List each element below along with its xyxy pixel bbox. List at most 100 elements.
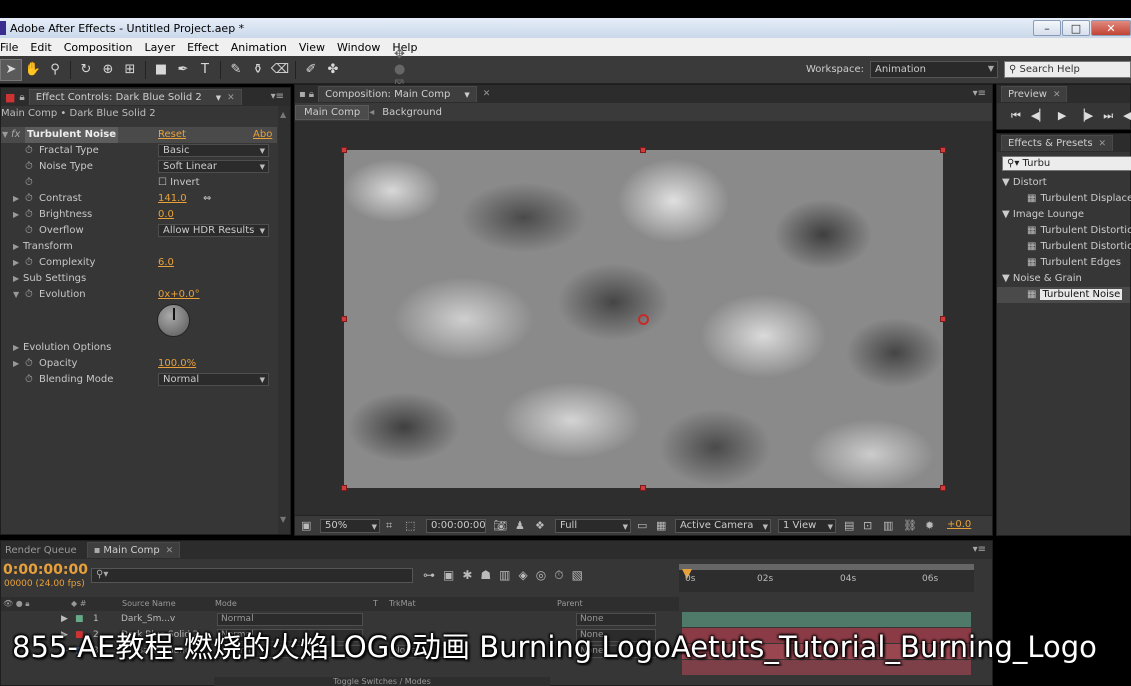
effect-turbulent-distortion[interactable]: ▦ Turbulent Distortion	[997, 223, 1131, 239]
col-source-name[interactable]: Source Name	[122, 599, 176, 608]
category-noise-grain[interactable]: ▼ Noise & Grain	[997, 271, 1130, 287]
scroll-up-icon[interactable]: ▲	[280, 110, 286, 119]
always-preview-icon[interactable]: ▣	[301, 519, 311, 532]
work-area-bar[interactable]	[679, 564, 974, 570]
workspace-select[interactable]: Animation	[870, 61, 998, 78]
tab-preview[interactable]: Preview ✕	[1001, 86, 1068, 102]
render-icon[interactable]: ▧	[572, 568, 583, 583]
brightness-value[interactable]: 0.0	[158, 207, 174, 223]
stopwatch-icon[interactable]: ⏱	[25, 191, 33, 207]
col-parent[interactable]: Parent	[557, 599, 583, 608]
close-button[interactable]: ✕	[1091, 20, 1131, 36]
toggle-switches-modes-button[interactable]: Toggle Switches / Modes	[214, 677, 550, 686]
expand-triangle-icon[interactable]: ▶	[13, 207, 19, 223]
layer-handle[interactable]	[341, 485, 347, 491]
magnification-select[interactable]: 50%	[320, 519, 380, 533]
expand-triangle-icon[interactable]: ▶	[13, 356, 19, 372]
col-trkmat[interactable]: TrkMat	[389, 599, 416, 608]
complexity-value[interactable]: 6.0	[158, 255, 174, 271]
layer-handle[interactable]	[341, 147, 347, 153]
stopwatch-icon[interactable]: ⏱	[25, 143, 33, 159]
next-frame-icon[interactable]: ▕▶	[1076, 109, 1093, 123]
audio-icon[interactable]: ◀	[1123, 109, 1131, 123]
crumb-main-comp[interactable]: Main Comp	[295, 104, 370, 120]
prop-sub-settings[interactable]: ▶ Sub Settings	[1, 271, 277, 287]
noise-type-select[interactable]: Soft Linear	[158, 160, 269, 173]
about-link[interactable]: Abo	[253, 127, 272, 143]
blending-mode-select[interactable]: Normal	[158, 373, 269, 386]
graph-editor-icon[interactable]: ◎	[536, 568, 546, 583]
timeline-search-input[interactable]: ⚲▾	[91, 568, 413, 583]
type-tool-icon[interactable]: T	[194, 59, 216, 81]
close-icon[interactable]: ✕	[166, 546, 174, 556]
close-icon[interactable]: ✕	[483, 89, 491, 99]
previous-frame-icon[interactable]: ◀▏	[1031, 109, 1048, 123]
comp-mini-flowchart-icon[interactable]: ⊶	[423, 568, 435, 583]
tab-render-queue[interactable]: Render Queue	[5, 545, 77, 556]
panel-menu-icon[interactable]: ▾≡	[271, 91, 284, 102]
timeline-icon[interactable]: ▥	[883, 519, 893, 532]
stopwatch-icon[interactable]: ⏱	[25, 372, 33, 388]
search-help-input[interactable]: ⚲ Search Help	[1004, 61, 1131, 78]
panel-menu-icon[interactable]: ▾≡	[973, 88, 986, 99]
close-icon[interactable]: ✕	[1053, 90, 1061, 100]
menu-edit[interactable]: Edit	[24, 41, 57, 54]
label-color-icon[interactable]: ■	[75, 614, 84, 624]
stopwatch-icon[interactable]: ⏱	[25, 356, 33, 372]
pixel-aspect-icon[interactable]: ▤	[844, 519, 854, 532]
draft-3d-icon[interactable]: ✱	[462, 568, 472, 583]
chevron-down-icon[interactable]: ▼	[216, 94, 221, 102]
stopwatch-icon[interactable]: ⏱	[25, 223, 33, 239]
current-time-field[interactable]: 0:00:00:00	[426, 519, 486, 533]
roto-brush-tool-icon[interactable]: ✐	[300, 59, 322, 81]
crumb-background[interactable]: Background	[374, 107, 450, 118]
rotate-tool-icon[interactable]: ↻	[75, 59, 97, 81]
color-channel-icon[interactable]: ❖	[535, 519, 545, 532]
tab-composition[interactable]: Composition: Main Comp ▼	[318, 86, 477, 102]
layer-name[interactable]: Dark_Sm...v	[121, 614, 175, 624]
selection-tool-icon[interactable]: ➤	[0, 58, 22, 81]
opacity-value[interactable]: 100.0%	[158, 356, 196, 372]
prop-transform[interactable]: ▶ Transform	[1, 239, 277, 255]
frame-blending-icon[interactable]: ▥	[499, 568, 510, 583]
menu-view[interactable]: View	[293, 41, 331, 54]
effect-controls-scrollbar[interactable]: ▲ ▼	[278, 106, 290, 534]
rectangle-tool-icon[interactable]: ■	[150, 59, 172, 81]
layer-handle[interactable]	[940, 316, 946, 322]
effects-search-input[interactable]: ⚲▾ Turbu	[1002, 156, 1131, 171]
hand-tool-icon[interactable]: ✋	[22, 59, 44, 81]
panel-menu-icon[interactable]: ▾≡	[973, 544, 986, 555]
expand-triangle-icon[interactable]: ▶	[13, 271, 19, 287]
pen-tool-icon[interactable]: ✒	[172, 59, 194, 81]
lock-icon[interactable]: 🔒︎	[19, 92, 24, 103]
effect-turbulent-distortion[interactable]: ▦ Turbulent Distortion	[997, 239, 1131, 255]
stopwatch-icon[interactable]: ⏱	[554, 568, 563, 583]
expand-triangle-icon[interactable]: ▶	[13, 191, 19, 207]
reset-link[interactable]: Reset	[158, 127, 186, 143]
tab-effect-controls[interactable]: Effect Controls: Dark Blue Solid 2 ▼ ✕	[28, 89, 242, 105]
stopwatch-icon[interactable]: ⏱	[25, 159, 33, 175]
puppet-tool-icon[interactable]: ✤	[322, 59, 344, 81]
shy-icon[interactable]: ☗	[480, 568, 491, 583]
camera-tool-icon[interactable]: ⊕	[97, 59, 119, 81]
overflow-select[interactable]: Allow HDR Results	[158, 224, 269, 237]
motion-blur-icon[interactable]: ◈	[519, 568, 528, 583]
zoom-tool-icon[interactable]: ⚲	[44, 59, 66, 81]
timeline-current-time[interactable]: 0:00:00:00	[3, 562, 88, 578]
first-frame-icon[interactable]: ⏮	[1011, 109, 1021, 123]
stopwatch-icon[interactable]: ⏱	[25, 287, 33, 303]
layer-handle[interactable]	[640, 147, 646, 153]
collapse-triangle-icon[interactable]: ▼	[13, 287, 19, 303]
menu-window[interactable]: Window	[331, 41, 386, 54]
menu-file[interactable]: File	[0, 41, 24, 54]
region-of-interest-icon[interactable]: ▭	[637, 519, 647, 532]
resolution-select[interactable]: Full	[555, 519, 631, 533]
lock-icon[interactable]: 🔒︎	[309, 89, 314, 100]
minimize-button[interactable]: –	[1033, 20, 1061, 36]
show-snapshot-icon[interactable]: ♟	[515, 519, 525, 532]
maximize-button[interactable]: □	[1062, 20, 1090, 36]
prop-evolution-options[interactable]: ▶ Evolution Options	[1, 340, 277, 356]
effect-turbulent-displace[interactable]: ▦ Turbulent Displace	[997, 191, 1131, 207]
menu-composition[interactable]: Composition	[58, 41, 139, 54]
expand-triangle-icon[interactable]: ▼	[2, 127, 8, 143]
